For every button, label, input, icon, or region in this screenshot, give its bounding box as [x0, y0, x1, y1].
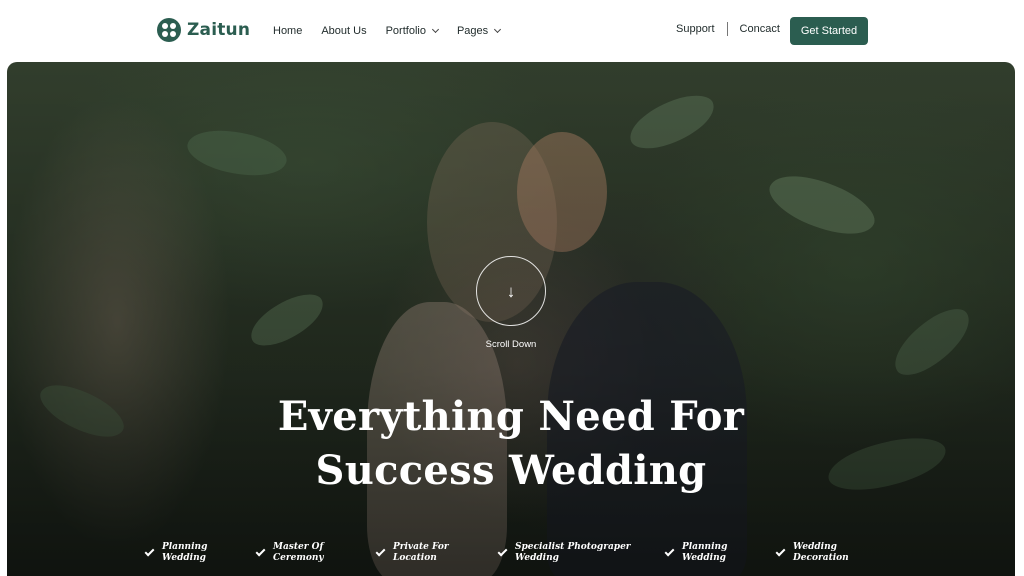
check-icon: [375, 546, 386, 557]
feature-line: Wedding: [682, 553, 726, 563]
chevron-down-icon: [494, 25, 502, 34]
feature-item: Planning Wedding: [144, 542, 208, 564]
check-icon: [664, 546, 675, 557]
feature-line: Master Of: [273, 542, 324, 552]
feature-line: Decoration: [793, 553, 849, 563]
nav-item-home[interactable]: Home: [273, 22, 302, 40]
nav-label: Portfolio: [385, 25, 426, 37]
feature-line: Wedding: [515, 553, 559, 563]
headline-line: Everything Need For: [277, 393, 745, 440]
feature-line: Wedding: [793, 542, 837, 552]
feature-item: Private For Location: [375, 542, 449, 564]
headline-line: Success Wedding: [315, 447, 707, 494]
feature-line: Location: [393, 553, 437, 563]
nav-item-portfolio[interactable]: Portfolio: [385, 22, 439, 40]
feature-line: Planning: [682, 542, 728, 552]
check-icon: [497, 546, 508, 557]
utility-nav: Support Concact: [676, 22, 780, 36]
chevron-down-icon: [431, 25, 439, 34]
nav-item-pages[interactable]: Pages: [456, 22, 502, 40]
feature-list: Planning Wedding Master Of Ceremony Privat…: [144, 542, 865, 570]
logo[interactable]: Zaitun: [157, 18, 250, 42]
logo-icon: [157, 18, 181, 42]
nav-label: Home: [273, 25, 303, 37]
brand-name: Zaitun: [187, 20, 251, 40]
contact-link[interactable]: Concact: [740, 23, 780, 35]
check-icon: [775, 546, 786, 557]
feature-item: Master Of Ceremony: [255, 542, 324, 564]
nav-label: Pages: [456, 25, 489, 37]
feature-item: Planning Wedding: [664, 542, 728, 564]
get-started-button[interactable]: Get Started: [790, 17, 868, 45]
feature-line: Planning: [162, 542, 208, 552]
nav-item-about-us[interactable]: About Us: [321, 22, 366, 40]
main-nav: Home About Us Portfolio Pages: [273, 22, 502, 40]
hero-section: ↓ Scroll Down Everything Need For Succes…: [7, 62, 1015, 576]
check-icon: [144, 546, 155, 557]
scroll-down-button[interactable]: ↓: [476, 256, 546, 326]
scroll-down-label: Scroll Down: [485, 339, 537, 350]
feature-item: Wedding Decoration: [775, 542, 849, 564]
feature-line: Wedding: [162, 553, 206, 563]
feature-line: Ceremony: [273, 553, 324, 563]
feature-line: Private For: [393, 542, 449, 552]
check-icon: [255, 546, 266, 557]
feature-line: Specialist Photograper: [515, 542, 631, 552]
arrow-down-icon: ↓: [506, 281, 516, 301]
hero-headline: Everything Need For Success Wedding: [211, 390, 811, 498]
nav-label: About Us: [321, 25, 367, 37]
support-link[interactable]: Support: [676, 23, 715, 35]
site-header: Zaitun Home About Us Portfolio Pages Sup…: [0, 0, 1024, 62]
nav-divider: [726, 22, 728, 36]
feature-item: Specialist Photograper Wedding: [497, 542, 631, 564]
